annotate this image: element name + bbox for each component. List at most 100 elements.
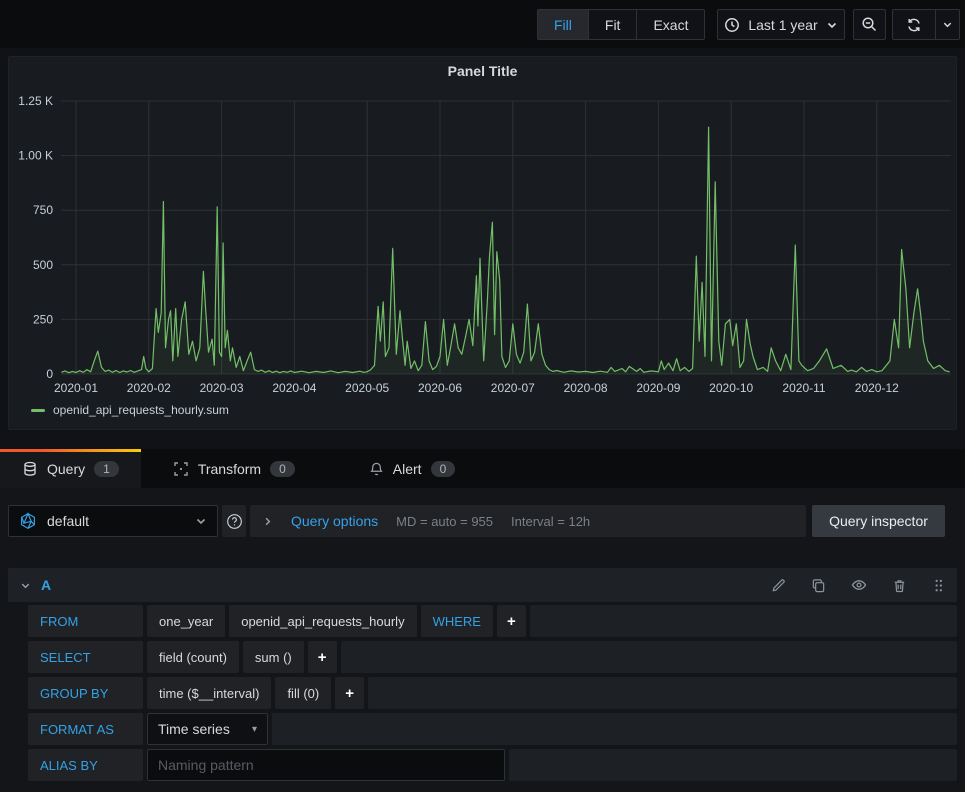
query-inspector-button[interactable]: Query inspector [812,505,945,537]
interval-info: Interval = 12h [511,514,590,529]
top-toolbar: Fill Fit Exact Last 1 year [0,0,965,48]
svg-text:2020-05: 2020-05 [345,381,389,395]
tab-transform-count: 0 [270,461,295,477]
svg-text:1.00 K: 1.00 K [18,149,53,163]
display-mode-group: Fill Fit Exact [537,9,705,40]
series-color-dash [31,409,45,412]
from-measurement-segment[interactable]: openid_api_requests_hourly [229,605,416,637]
from-row: FROM one_year openid_api_requests_hourly… [28,605,957,637]
svg-text:2020-03: 2020-03 [200,381,244,395]
groupby-label: GROUP BY [28,677,143,709]
format-as-row: FORMAT AS Time series ▾ [28,713,957,745]
tab-transform-label: Transform [198,461,261,477]
from-retention-segment[interactable]: one_year [147,605,225,637]
datasource-icon [19,512,37,530]
tab-alert[interactable]: Alert 0 [347,449,477,488]
duplicate-query-button[interactable] [811,578,826,593]
select-field-segment[interactable]: field (count) [147,641,239,673]
chevron-down-icon [826,19,838,31]
svg-text:500: 500 [33,258,53,272]
refresh-interval-dropdown[interactable] [936,10,959,39]
tab-alert-label: Alert [393,461,422,477]
refresh-button-group [892,9,960,40]
editor-tabbar: Query 1 Transform 0 Alert 0 [0,449,965,488]
tab-query[interactable]: Query 1 [0,449,141,488]
tab-transform[interactable]: Transform 0 [151,449,317,488]
select-sum-segment[interactable]: sum () [243,641,304,673]
svg-text:2020-06: 2020-06 [418,381,462,395]
chart-area[interactable]: 0 250 500 750 1.00 K 1.25 K 2020-01 2020-02 2020… [9,85,956,417]
refresh-button[interactable] [893,10,936,39]
database-icon [22,461,38,477]
panel-title[interactable]: Panel Title [9,63,956,79]
query-options-toggle[interactable]: Query options [291,513,378,529]
svg-text:2020-12: 2020-12 [855,381,899,395]
alias-by-input[interactable] [147,749,505,781]
query-row-header[interactable]: A [8,568,957,602]
svg-text:2020-04: 2020-04 [272,381,316,395]
format-as-select[interactable]: Time series ▾ [147,713,268,745]
svg-text:2020-07: 2020-07 [491,381,535,395]
tab-query-count: 1 [94,461,119,477]
format-as-label: FORMAT AS [28,713,143,745]
max-data-points-info: MD = auto = 955 [396,514,493,529]
query-pane: default Query options MD = auto = 955 In… [0,488,965,792]
datasource-help-button[interactable] [222,505,246,537]
datasource-picker[interactable]: default [8,505,218,537]
select-row: SELECT field (count) sum () + [28,641,957,673]
bell-icon [369,461,384,477]
select-label: SELECT [28,641,143,673]
add-groupby-button[interactable]: + [335,677,364,709]
svg-text:2020-01: 2020-01 [54,381,98,395]
alias-by-row: ALIAS BY [28,749,957,781]
refresh-icon [906,17,922,33]
svg-text:2020-02: 2020-02 [127,381,171,395]
alias-by-label: ALIAS BY [28,749,143,781]
clock-icon [724,17,740,33]
add-where-button[interactable]: + [497,605,526,637]
zoom-out-icon [861,16,878,33]
svg-text:1.25 K: 1.25 K [18,94,53,108]
grafana-panel-editor: Fill Fit Exact Last 1 year [0,0,965,792]
fit-button[interactable]: Fit [589,10,638,39]
row-filler [272,713,957,745]
svg-text:0: 0 [46,367,53,381]
svg-text:2020-10: 2020-10 [709,381,753,395]
format-as-value: Time series [158,721,230,737]
caret-down-icon: ▾ [252,724,257,735]
where-label[interactable]: WHERE [421,605,493,637]
drag-handle-icon[interactable] [932,578,945,593]
timeseries-panel: Panel Title 0 250 500 750 1.00 K 1.25 K 2020-0… [8,56,957,430]
tab-query-label: Query [47,461,85,477]
exact-button[interactable]: Exact [637,10,704,39]
collapse-chevron-icon[interactable] [20,580,31,591]
transform-icon [173,461,189,477]
from-label: FROM [28,605,143,637]
series-label: openid_api_requests_hourly.sum [53,403,229,417]
row-filler [368,677,957,709]
svg-text:2020-09: 2020-09 [636,381,680,395]
svg-text:2020-08: 2020-08 [564,381,608,395]
svg-text:250: 250 [33,312,53,326]
delete-query-button[interactable] [892,578,907,593]
edit-query-button[interactable] [771,578,786,593]
groupby-fill-segment[interactable]: fill (0) [275,677,331,709]
tab-alert-count: 0 [431,461,456,477]
row-filler [509,749,957,781]
zoom-out-button[interactable] [853,9,886,40]
legend-item[interactable]: openid_api_requests_hourly.sum [31,403,229,417]
query-options-bar: Query options MD = auto = 955 Interval =… [250,505,806,537]
timeseries-chart[interactable]: 0 250 500 750 1.00 K 1.25 K 2020-01 2020-02 2020… [9,85,956,417]
groupby-time-segment[interactable]: time ($__interval) [147,677,271,709]
svg-text:750: 750 [33,203,53,217]
row-filler [341,641,957,673]
add-select-button[interactable]: + [308,641,337,673]
toggle-visibility-button[interactable] [851,577,867,593]
row-filler [530,605,957,637]
query-ref-id: A [41,577,51,593]
time-range-picker[interactable]: Last 1 year [717,9,845,40]
fill-button[interactable]: Fill [538,10,589,39]
question-circle-icon [226,513,243,530]
groupby-row: GROUP BY time ($__interval) fill (0) + [28,677,957,709]
svg-text:2020-11: 2020-11 [782,381,825,395]
